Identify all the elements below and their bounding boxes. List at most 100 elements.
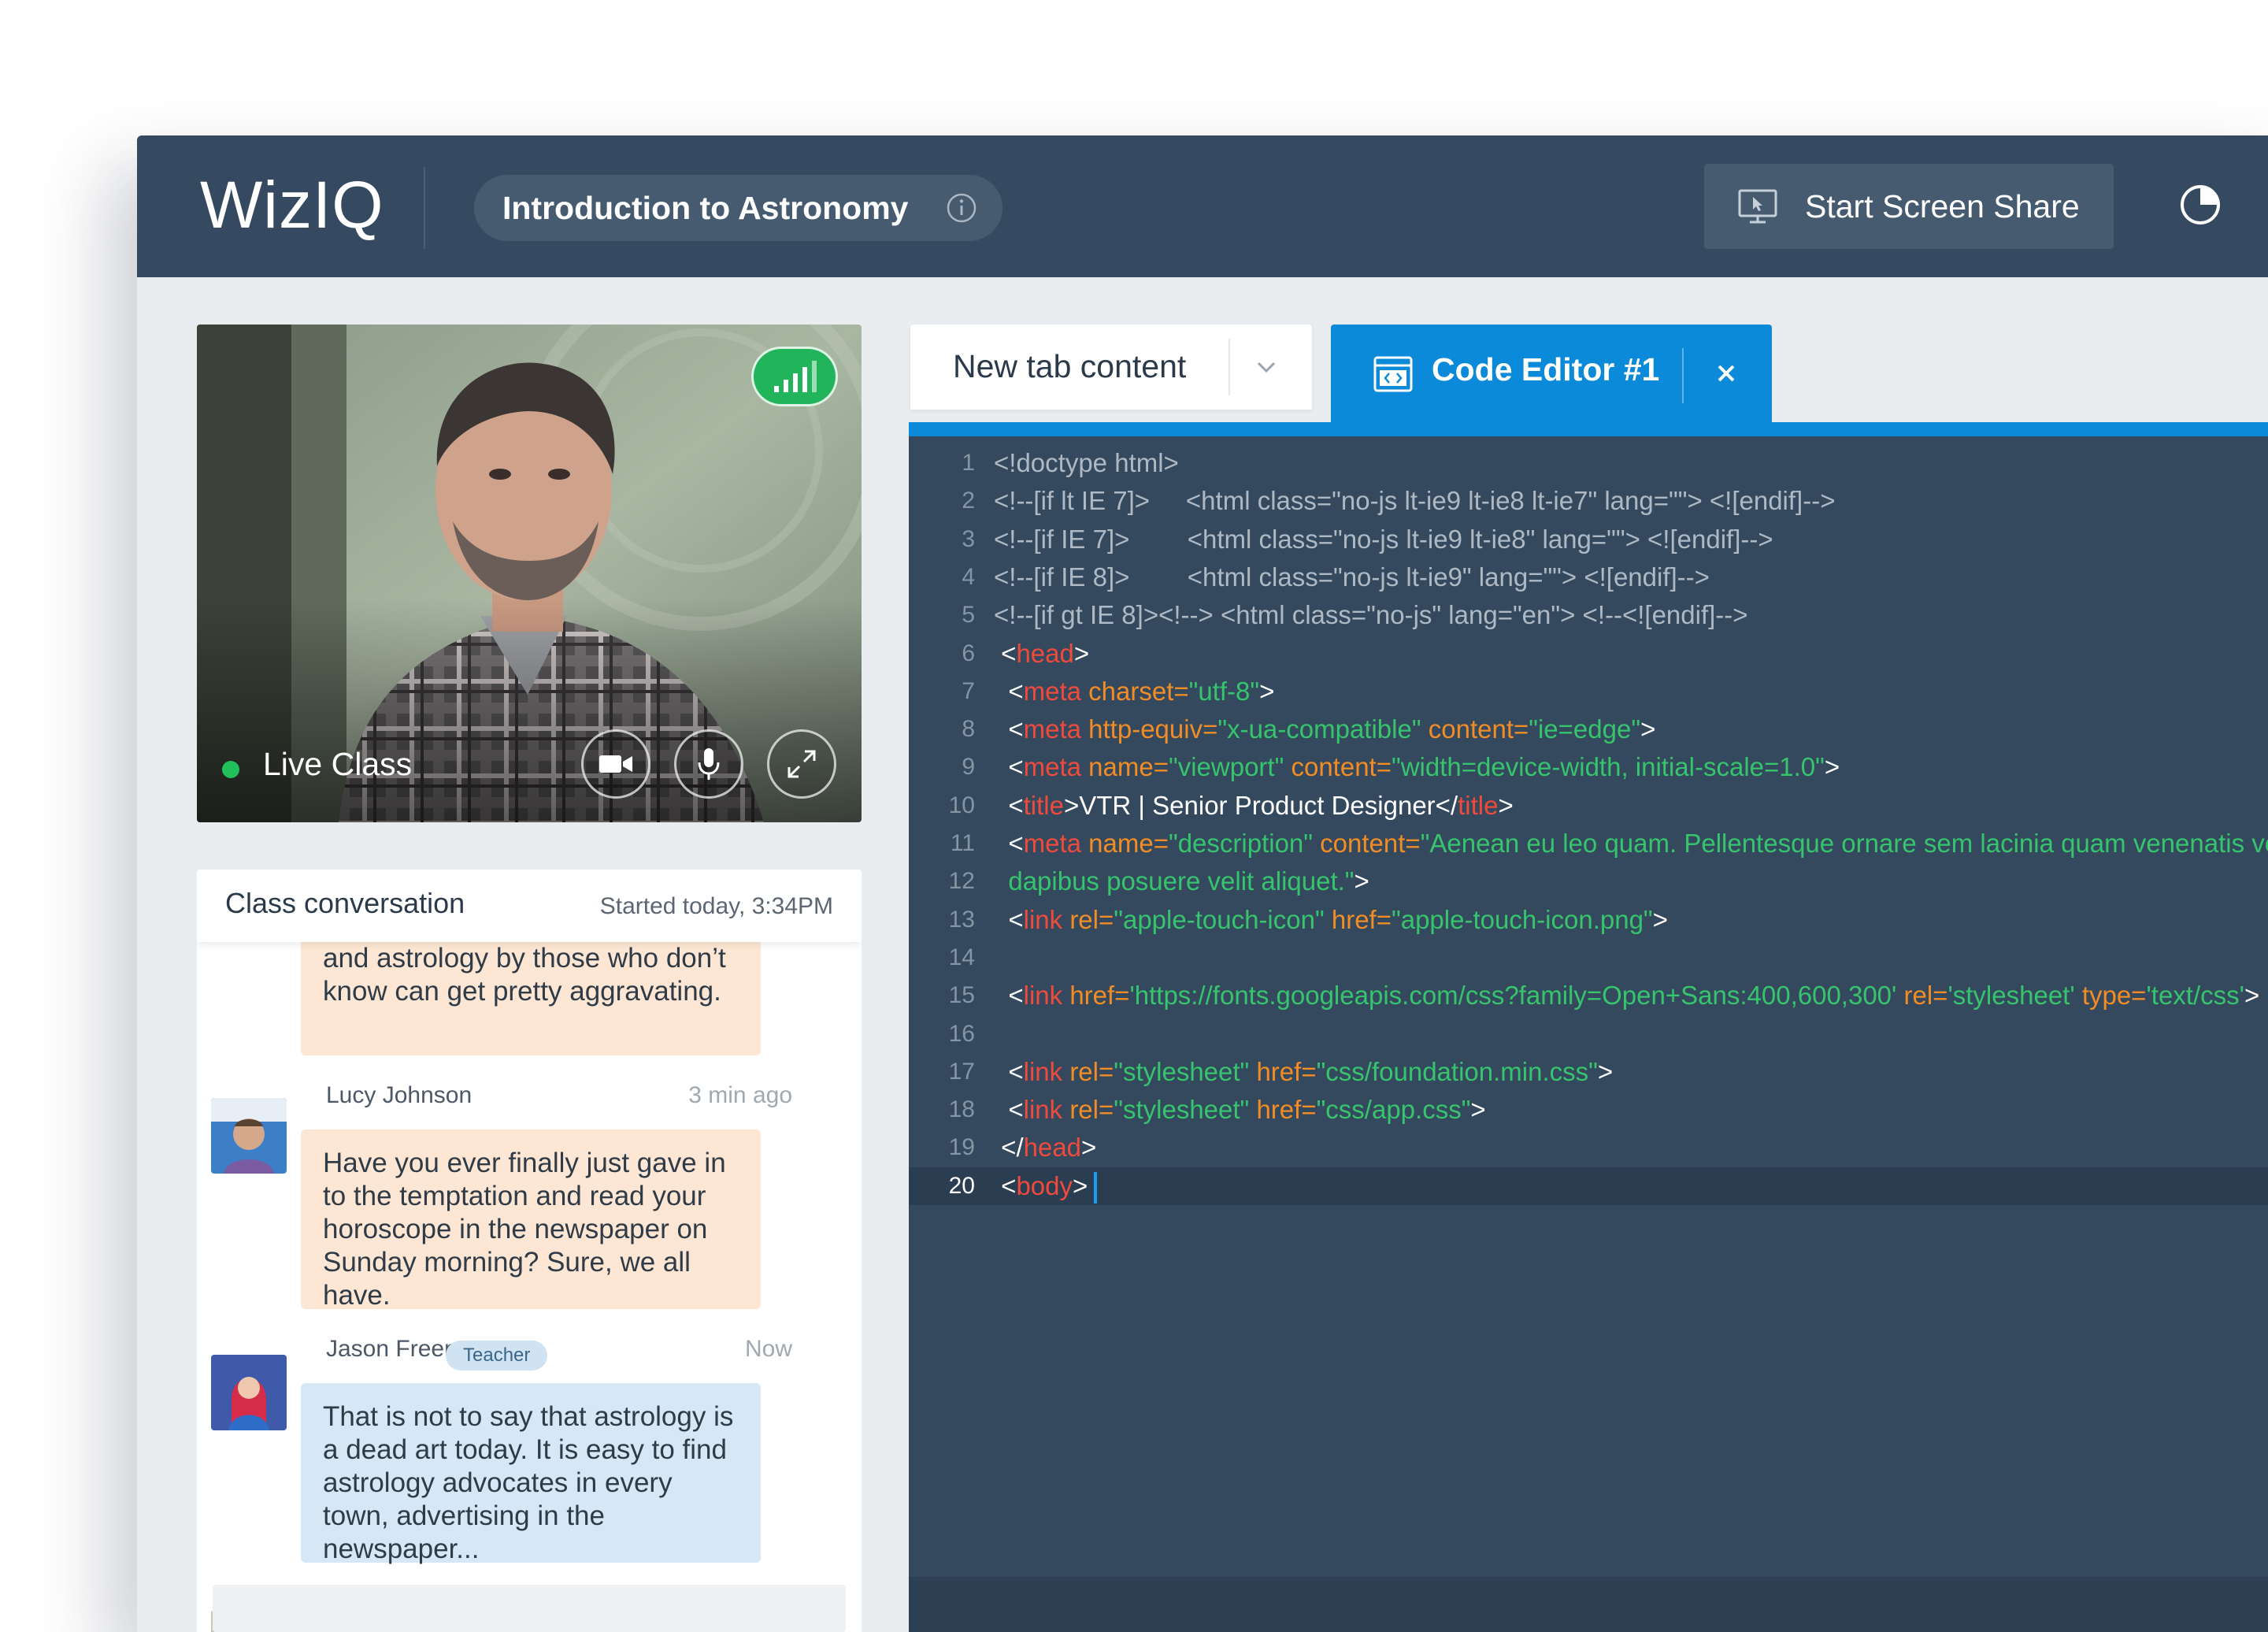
code-token: >: [1259, 677, 1275, 706]
avatar[interactable]: [211, 1355, 287, 1430]
microphone-button[interactable]: [674, 729, 743, 799]
code-line[interactable]: 18 <link rel="stylesheet" href="css/app.…: [909, 1091, 2268, 1129]
code-token: "css/app.css": [1316, 1095, 1471, 1124]
code-line[interactable]: 7 <meta charset="utf-8">: [909, 673, 2268, 710]
code-token: meta: [1023, 714, 1081, 744]
code-token: <: [994, 1171, 1017, 1200]
start-screen-share-button[interactable]: Start Screen Share: [1704, 164, 2114, 249]
code-line[interactable]: 11 <meta name="description" content="Aen…: [909, 825, 2268, 862]
video-panel[interactable]: Live Class: [197, 325, 862, 822]
line-number: 17: [948, 1059, 975, 1085]
expand-icon: [788, 750, 816, 778]
code-line[interactable]: 5 <!--[if gt IE 8]><!--> <html class="no-…: [909, 596, 2268, 634]
code-line[interactable]: 6 <head>: [909, 635, 2268, 673]
code-token: href=: [1256, 1095, 1317, 1124]
code-token: "ie=edge": [1529, 714, 1641, 744]
code-line[interactable]: 9 <meta name="viewport" content="width=d…: [909, 748, 2268, 786]
code-line[interactable]: 12 dapibus posuere velit aliquet.">: [909, 862, 2268, 900]
code-token: link: [1023, 1095, 1063, 1124]
code-line[interactable]: 20 <body>: [909, 1167, 2268, 1205]
line-number: 18: [948, 1096, 975, 1122]
editor-status-bar: [909, 1577, 2268, 1632]
code-token: <: [994, 639, 1017, 668]
code-token: <: [994, 752, 1024, 781]
message-text: Have you ever finally just gave in to th…: [323, 1148, 726, 1311]
divider: [424, 167, 425, 249]
info-icon[interactable]: [946, 192, 977, 224]
code-line[interactable]: 13 <link rel="apple-touch-icon" href="ap…: [909, 901, 2268, 939]
code-token: <: [994, 791, 1024, 820]
class-title: Introduction to Astronomy: [502, 189, 909, 226]
code-token: <!--[if gt IE 8]><!--> <html class="no-j…: [994, 600, 1748, 629]
code-line[interactable]: 3 <!--[if IE 7]> <html class="no-js lt-ie…: [909, 521, 2268, 558]
code-text: <link href='https://fonts.googleapis.com…: [994, 977, 2259, 1014]
code-line[interactable]: 14: [909, 939, 2268, 977]
class-title-pill[interactable]: Introduction to Astronomy: [474, 175, 1003, 241]
code-line[interactable]: 4 <!--[if IE 8]> <html class="no-js lt-ie…: [909, 558, 2268, 596]
code-token: rel=: [1069, 1095, 1114, 1124]
code-token: title: [1458, 791, 1499, 820]
code-token: >: [1824, 752, 1840, 781]
chevron-down-icon[interactable]: [1251, 351, 1282, 383]
close-icon[interactable]: [1712, 359, 1740, 388]
code-token: 'stylesheet': [1947, 981, 2075, 1010]
tab-new-content-label: New tab content: [953, 348, 1187, 384]
message-time: Now: [744, 1336, 792, 1362]
user-avatar-photo: [211, 1355, 287, 1430]
code-text: <!--[if gt IE 8]><!--> <html class="no-j…: [994, 596, 1748, 634]
code-token: <: [994, 905, 1024, 934]
code-line[interactable]: 19 </head>: [909, 1129, 2268, 1167]
code-line[interactable]: 8 <meta http-equiv="x-ua-compatible" con…: [909, 710, 2268, 748]
tab-new-content[interactable]: New tab content: [910, 325, 1312, 410]
code-token: content=: [1291, 752, 1392, 781]
chat-title: Class conversation: [225, 887, 465, 919]
code-token: content=: [1320, 829, 1421, 858]
code-line[interactable]: 10 <title>VTR | Senior Product Designer<…: [909, 787, 2268, 825]
fullscreen-button[interactable]: [767, 729, 836, 799]
signal-bars-icon: [774, 361, 817, 392]
code-line[interactable]: 16: [909, 1015, 2268, 1053]
line-number: 2: [962, 488, 975, 514]
live-class-label: Live Class: [263, 746, 413, 782]
avatar[interactable]: [211, 1098, 287, 1174]
code-line[interactable]: 17 <link rel="stylesheet" href="css/foun…: [909, 1053, 2268, 1091]
message-time: 3 min ago: [688, 1082, 792, 1108]
line-number: 8: [962, 716, 975, 742]
code-token: href=: [1331, 905, 1392, 934]
code-token: "Aenean eu leo quam. Pellentesque ornare…: [1420, 829, 2268, 858]
code-token: head: [1016, 639, 1074, 668]
code-text: <!doctype html>: [994, 444, 1179, 482]
code-editor[interactable]: 1 <!doctype html> 2 <!--[if lt IE 7]> <html…: [909, 422, 2268, 1632]
code-line[interactable]: 2 <!--[if lt IE 7]> <html class="no-js lt…: [909, 482, 2268, 520]
code-token: 'text/css': [2146, 981, 2244, 1010]
top-bar: WizIQ Introduction to Astronomy Start Sc…: [137, 135, 2268, 277]
code-token: "apple-touch-icon": [1114, 905, 1325, 934]
code-token: "stylesheet": [1114, 1057, 1250, 1086]
tab-code-editor[interactable]: Code Editor #1: [1331, 325, 1772, 422]
line-number: 13: [948, 907, 975, 933]
code-token: type=: [2081, 981, 2147, 1010]
code-editor-icon: [1373, 356, 1413, 392]
code-token: "viewport": [1168, 752, 1284, 781]
chat-started-time: Started today, 3:34PM: [599, 893, 833, 919]
line-number: 14: [948, 944, 975, 970]
code-line[interactable]: 15 <link href='https://fonts.googleapis.…: [909, 977, 2268, 1014]
chat-message-input[interactable]: [213, 1585, 846, 1632]
teacher-badge: Teacher: [446, 1341, 548, 1371]
timer-pie-icon[interactable]: [2178, 183, 2222, 227]
line-number: 6: [962, 640, 975, 666]
code-token: rel=: [1069, 905, 1114, 934]
code-token: <!--[if IE 7]> <html class="no-js lt-ie9…: [994, 525, 1773, 554]
code-token: charset=: [1088, 677, 1189, 706]
camera-button[interactable]: [581, 729, 650, 799]
code-text: <title>VTR | Senior Product Designer</ti…: [994, 787, 1513, 825]
code-line[interactable]: 1 <!doctype html>: [909, 444, 2268, 482]
class-conversation-panel[interactable]: Class conversation Started today, 3:34PM…: [197, 870, 862, 1632]
